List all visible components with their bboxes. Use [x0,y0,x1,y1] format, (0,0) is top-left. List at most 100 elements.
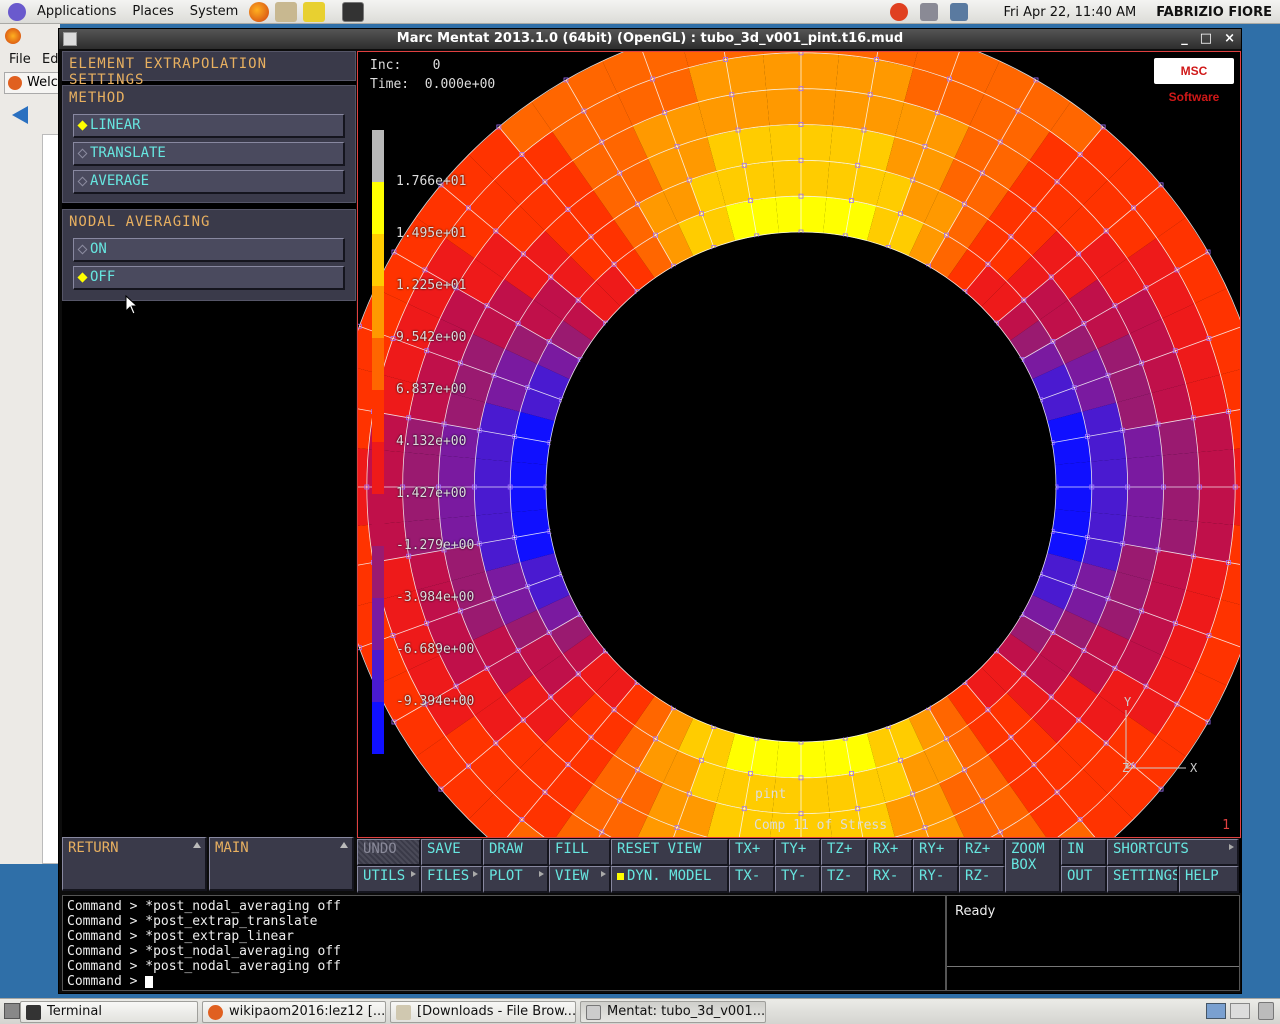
update-alert-icon[interactable] [889,3,908,21]
translate-button[interactable]: TRANSLATE [73,142,345,166]
workspace-switcher-2[interactable] [1230,1003,1250,1019]
minimize-button[interactable]: _ [1181,29,1188,49]
top-panel: Applications Places System Fri Apr 22, 1… [0,0,1280,24]
task-terminal[interactable]: Terminal [20,1001,198,1023]
zoom-in-button[interactable]: IN [1061,839,1107,866]
contour-cell [775,741,801,778]
task-file-browser[interactable]: [Downloads - File Brow... [390,1001,576,1023]
help-button[interactable]: HELP [1179,866,1239,893]
command-line: Command > *post_extrap_translate [67,914,318,929]
ry-plus-button[interactable]: RY+ [913,839,959,866]
command-area[interactable]: Command > *post_nodal_averaging off Comm… [62,895,946,991]
method-title: METHOD [69,90,126,106]
close-button[interactable]: × [1224,29,1235,49]
ry-minus-button[interactable]: RY- [913,866,959,893]
submenu-arrow-icon [1229,844,1234,850]
zoom-out-button[interactable]: OUT [1061,866,1107,893]
terminal-launcher-icon[interactable] [342,1,365,22]
view-button[interactable]: VIEW [549,866,611,893]
rz-plus-button[interactable]: RZ+ [959,839,1005,866]
legend-swatch [372,338,384,390]
volume-icon[interactable] [919,3,938,21]
terminal-icon [26,1005,41,1020]
rz-minus-button[interactable]: RZ- [959,866,1005,893]
contour-cell [801,741,827,778]
legend-value-label: -6.689e+00 [396,642,475,657]
contour-cell [698,837,738,838]
axis-z-label: Z [1122,761,1129,775]
ty-plus-button[interactable]: TY+ [775,839,821,866]
clock[interactable]: Fri Apr 22, 11:40 AM [1004,5,1137,20]
tz-plus-button[interactable]: TZ+ [821,839,867,866]
nodal-on-button[interactable]: ON [73,238,345,262]
legend-value-label: -1.279e+00 [396,538,475,553]
rx-plus-button[interactable]: RX+ [867,839,913,866]
window-titlebar[interactable]: Marc Mentat 2013.1.0 (64bit) (OpenGL) : … [59,29,1241,49]
graphics-viewport[interactable]: XYZ Inc: 0 Time: 0.000e+00 MSC Software … [357,51,1241,838]
firefox-launcher-icon[interactable] [249,1,270,22]
trash-icon[interactable] [1258,1002,1274,1020]
time-readout: Time: 0.000e+00 [370,77,496,92]
maximize-button[interactable]: □ [1200,29,1212,49]
undo-button[interactable]: UNDO [357,839,421,866]
rx-minus-button[interactable]: RX- [867,866,913,893]
mail-launcher-icon[interactable] [275,1,298,22]
save-button[interactable]: SAVE [421,839,483,866]
toggle-indicator [617,873,624,880]
legend-value-label: 1.225e+01 [396,278,467,293]
system-menu[interactable]: System [182,0,246,24]
tx-minus-button[interactable]: TX- [729,866,775,893]
increment-readout: Inc: 0 [370,58,441,73]
draw-button[interactable]: DRAW [483,839,549,866]
main-button[interactable]: MAIN [209,837,354,891]
shortcuts-button[interactable]: SHORTCUTS [1107,839,1239,866]
utils-button[interactable]: UTILS [357,866,421,893]
command-input[interactable]: Command > [63,974,945,989]
legend-swatch [372,494,384,546]
file-menu[interactable]: File [9,52,31,67]
gnome-foot-icon[interactable] [8,2,26,21]
back-arrow-icon[interactable] [12,106,28,124]
average-button[interactable]: AVERAGE [73,170,345,194]
legend-swatch [372,702,384,754]
msc-software-logo: MSC Software [1154,58,1234,104]
contour-cell [1193,521,1234,563]
nodal-off-button[interactable]: OFF [73,266,345,290]
browser-tab[interactable]: Welc [4,72,60,94]
places-menu[interactable]: Places [124,0,181,24]
tx-plus-button[interactable]: TX+ [729,839,775,866]
task-mentat[interactable]: Mentat: tubo_3d_v001... [580,1001,766,1023]
background-browser-window: File Ed Welc [0,24,60,864]
plot-button[interactable]: PLOT [483,866,549,893]
unselected-diamond-icon [77,148,88,159]
legend-overflow-high [372,130,384,182]
ty-minus-button[interactable]: TY- [775,866,821,893]
up-arrow-icon [340,842,348,848]
linear-button[interactable]: LINEAR [73,114,345,138]
contour-cell [1157,518,1198,557]
edit-menu[interactable]: Ed [42,52,58,67]
show-desktop-icon[interactable] [4,1003,20,1019]
contour-cell [763,52,801,91]
legend-swatch [372,650,384,702]
tz-minus-button[interactable]: TZ- [821,866,867,893]
dyn-model-button[interactable]: DYN. MODEL [611,866,729,893]
fill-button[interactable]: FILL [549,839,611,866]
folder-icon [396,1005,411,1020]
tab-favicon-icon [8,76,22,90]
settings-button[interactable]: SETTINGS [1107,866,1179,893]
task-firefox[interactable]: wikipaom2016:lez12 [... [202,1001,386,1023]
user-name[interactable]: FABRIZIO FIORE [1156,5,1272,20]
reset-view-button[interactable]: RESET VIEW [611,839,729,866]
notes-launcher-icon[interactable] [303,1,326,22]
contour-cell [1157,417,1198,456]
applications-menu[interactable]: Applications [29,0,124,24]
contour-cell [1055,487,1092,513]
return-button[interactable]: RETURN [62,837,207,891]
contour-cell [1197,449,1236,487]
zoom-box-button[interactable]: ZOOM BOX [1005,839,1061,893]
network-icon[interactable] [949,3,968,21]
workspace-switcher[interactable] [1206,1003,1226,1019]
contour-cell [1090,458,1128,487]
files-button[interactable]: FILES [421,866,483,893]
